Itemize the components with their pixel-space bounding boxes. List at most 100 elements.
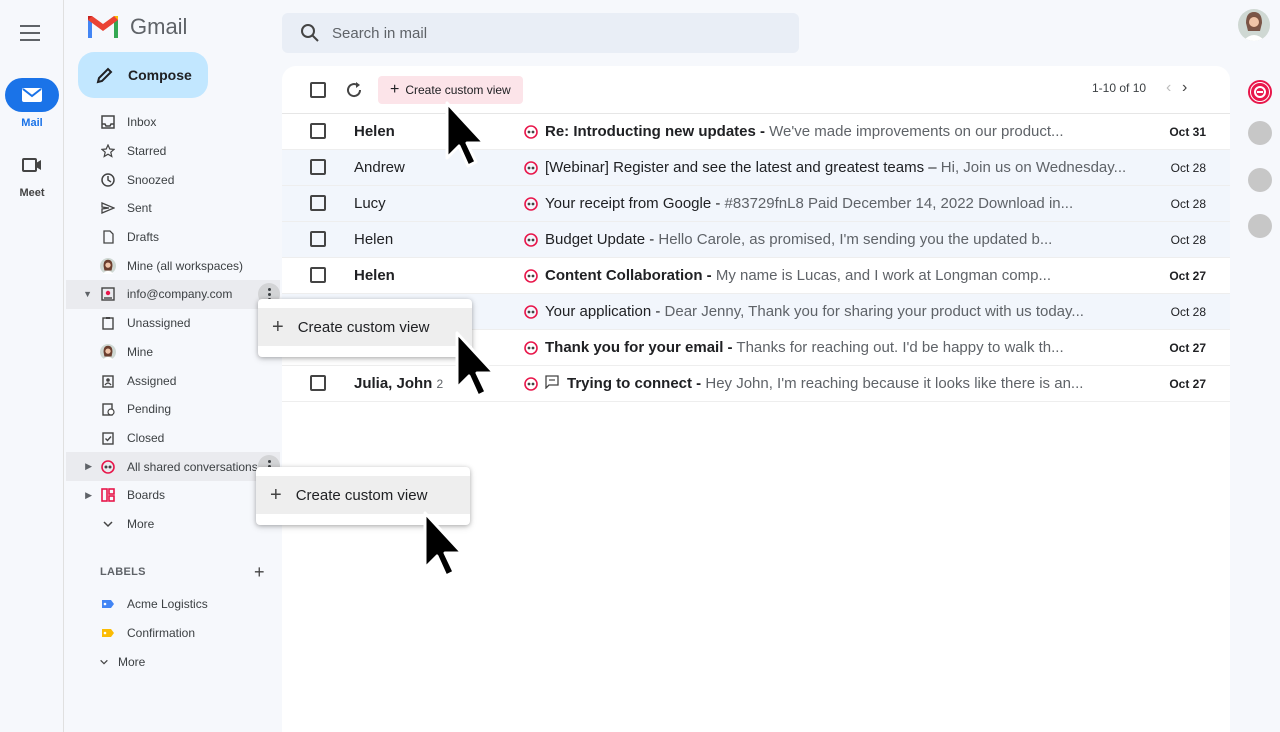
- collapse-caret-icon[interactable]: ▼: [66, 289, 100, 299]
- menu-item-label: Create custom view: [297, 318, 430, 336]
- shared-conversation-icon: [524, 161, 538, 179]
- label-item-confirmation[interactable]: Confirmation: [66, 619, 280, 648]
- assigned-icon: [100, 373, 116, 389]
- sidebar-item-label: Inbox: [127, 115, 157, 130]
- sidebar-item-sent[interactable]: Sent: [66, 194, 280, 223]
- sidebar-item-mine[interactable]: Mine: [66, 338, 280, 367]
- email-subject: Trying to connect -: [567, 375, 702, 392]
- next-page-icon[interactable]: ›: [1182, 79, 1187, 97]
- avatar-icon: [100, 257, 116, 274]
- sidebar-item-label: info@company.com: [127, 287, 233, 302]
- addon-logo-icon[interactable]: [1248, 80, 1272, 104]
- sidebar-item-mine-all-workspaces[interactable]: Mine (all workspaces): [66, 251, 280, 280]
- send-icon: [100, 200, 116, 216]
- thread-count: 2: [436, 377, 444, 391]
- sidebar-item-label: All shared conversations: [127, 459, 258, 474]
- gmail-m-icon: [88, 16, 118, 38]
- email-row[interactable]: Helen Budget Update - Hello Carole, as p…: [282, 222, 1230, 258]
- mail-toolbar: + Create custom view 1-10 of 10 ‹ ›: [282, 66, 1230, 114]
- email-date: Oct 31: [1169, 125, 1206, 139]
- shared-conversation-icon: [524, 125, 538, 143]
- compose-button[interactable]: Compose: [78, 52, 208, 98]
- mouse-cursor-icon: [455, 331, 496, 398]
- search-icon[interactable]: [300, 23, 320, 43]
- account-avatar[interactable]: [1238, 9, 1270, 41]
- shared-conversation-icon: [524, 305, 538, 323]
- email-subject: Budget Update -: [545, 231, 655, 248]
- shared-inbox-icon: [100, 286, 116, 302]
- expand-caret-icon[interactable]: ▶: [66, 490, 100, 501]
- email-date: Oct 27: [1169, 377, 1206, 391]
- prev-page-icon[interactable]: ‹: [1166, 79, 1171, 97]
- sidebar-item-boards[interactable]: ▶ Boards: [66, 481, 280, 510]
- email-row[interactable]: Helen Re: Introducting new updates - We'…: [282, 114, 1230, 150]
- email-date: Oct 28: [1170, 161, 1206, 175]
- row-checkbox[interactable]: [310, 195, 326, 211]
- rail-meet[interactable]: Meet: [0, 148, 64, 199]
- search-input[interactable]: Search in mail: [332, 25, 427, 42]
- row-checkbox[interactable]: [310, 123, 326, 139]
- star-icon: [100, 143, 116, 159]
- email-snippet: Hey John, I'm reaching because it looks …: [701, 375, 1084, 392]
- sidebar-item-pending[interactable]: Pending: [66, 395, 280, 424]
- sidebar-item-closed[interactable]: Closed: [66, 424, 280, 453]
- row-checkbox[interactable]: [310, 231, 326, 247]
- shared-conversation-icon: [524, 377, 538, 395]
- rail-meet-label: Meet: [19, 187, 45, 199]
- email-row[interactable]: Andrew [Webinar] Register and see the la…: [282, 150, 1230, 186]
- sidebar-item-drafts[interactable]: Drafts: [66, 223, 280, 252]
- sidebar-item-snoozed[interactable]: Snoozed: [66, 165, 280, 194]
- search-bar[interactable]: Search in mail: [282, 13, 799, 53]
- sidebar-item-assigned[interactable]: Assigned: [66, 366, 280, 395]
- mail-icon: [5, 78, 59, 112]
- add-label-icon[interactable]: +: [254, 562, 265, 583]
- email-sender: Andrew: [354, 159, 405, 176]
- video-camera-icon: [5, 148, 59, 182]
- label-item-acme-logistics[interactable]: Acme Logistics: [66, 590, 280, 619]
- plus-icon: +: [270, 483, 282, 506]
- email-subject: Re: Introducting new updates -: [545, 123, 765, 140]
- select-all-checkbox[interactable]: [310, 82, 326, 98]
- sidebar-item-inbox[interactable]: Inbox: [66, 108, 280, 137]
- chevron-down-icon: [96, 654, 112, 670]
- expand-caret-icon[interactable]: ▶: [66, 461, 100, 472]
- email-snippet: Thanks for reaching out. I'd be happy to…: [732, 339, 1064, 356]
- create-custom-view-label: Create custom view: [405, 83, 511, 97]
- email-row[interactable]: Helen Content Collaboration - My name is…: [282, 258, 1230, 294]
- row-checkbox[interactable]: [310, 159, 326, 175]
- email-subject: [Webinar] Register and see the latest an…: [545, 159, 937, 176]
- email-row[interactable]: Julia, John 2 Trying to connect - Hey Jo…: [282, 366, 1230, 402]
- label-tag-icon: [100, 596, 116, 612]
- create-custom-view-menu-item[interactable]: + Create custom view: [256, 476, 470, 514]
- email-date: Oct 27: [1169, 269, 1206, 283]
- sidebar-item-all-shared-conversations[interactable]: ▶ All shared conversations: [66, 452, 280, 481]
- mouse-cursor-icon: [423, 511, 464, 578]
- label-item-more[interactable]: More: [66, 647, 280, 676]
- side-panel-app-icon[interactable]: [1248, 214, 1272, 238]
- sidebar-item-info-company[interactable]: ▼ info@company.com: [66, 280, 280, 309]
- label-name: Confirmation: [127, 626, 196, 641]
- app-name: Gmail: [130, 14, 188, 39]
- pencil-icon: [96, 67, 113, 84]
- row-checkbox[interactable]: [310, 267, 326, 283]
- rail-mail[interactable]: Mail: [0, 78, 64, 129]
- mouse-cursor-icon: [445, 101, 486, 168]
- email-date: Oct 28: [1170, 197, 1206, 211]
- main-menu-icon[interactable]: [20, 25, 44, 45]
- gmail-logo[interactable]: Gmail: [86, 14, 187, 40]
- sidebar-item-starred[interactable]: Starred: [66, 137, 280, 166]
- create-custom-view-menu-item[interactable]: + Create custom view: [258, 308, 472, 346]
- avatar-icon: [100, 343, 116, 360]
- label-name: More: [118, 654, 146, 669]
- sidebar-item-label: Starred: [127, 144, 167, 159]
- email-subject: Content Collaboration -: [545, 267, 712, 284]
- email-row[interactable]: Lucy Your receipt from Google - #83729fn…: [282, 186, 1230, 222]
- side-panel-app-icon[interactable]: [1248, 121, 1272, 145]
- sidebar-item-more[interactable]: More: [66, 510, 280, 539]
- refresh-icon[interactable]: [344, 80, 364, 105]
- sidebar-item-label: Unassigned: [127, 316, 191, 331]
- shared-conversation-icon: [524, 341, 538, 359]
- sidebar-item-unassigned[interactable]: Unassigned: [66, 309, 280, 338]
- row-checkbox[interactable]: [310, 375, 326, 391]
- side-panel-app-icon[interactable]: [1248, 168, 1272, 192]
